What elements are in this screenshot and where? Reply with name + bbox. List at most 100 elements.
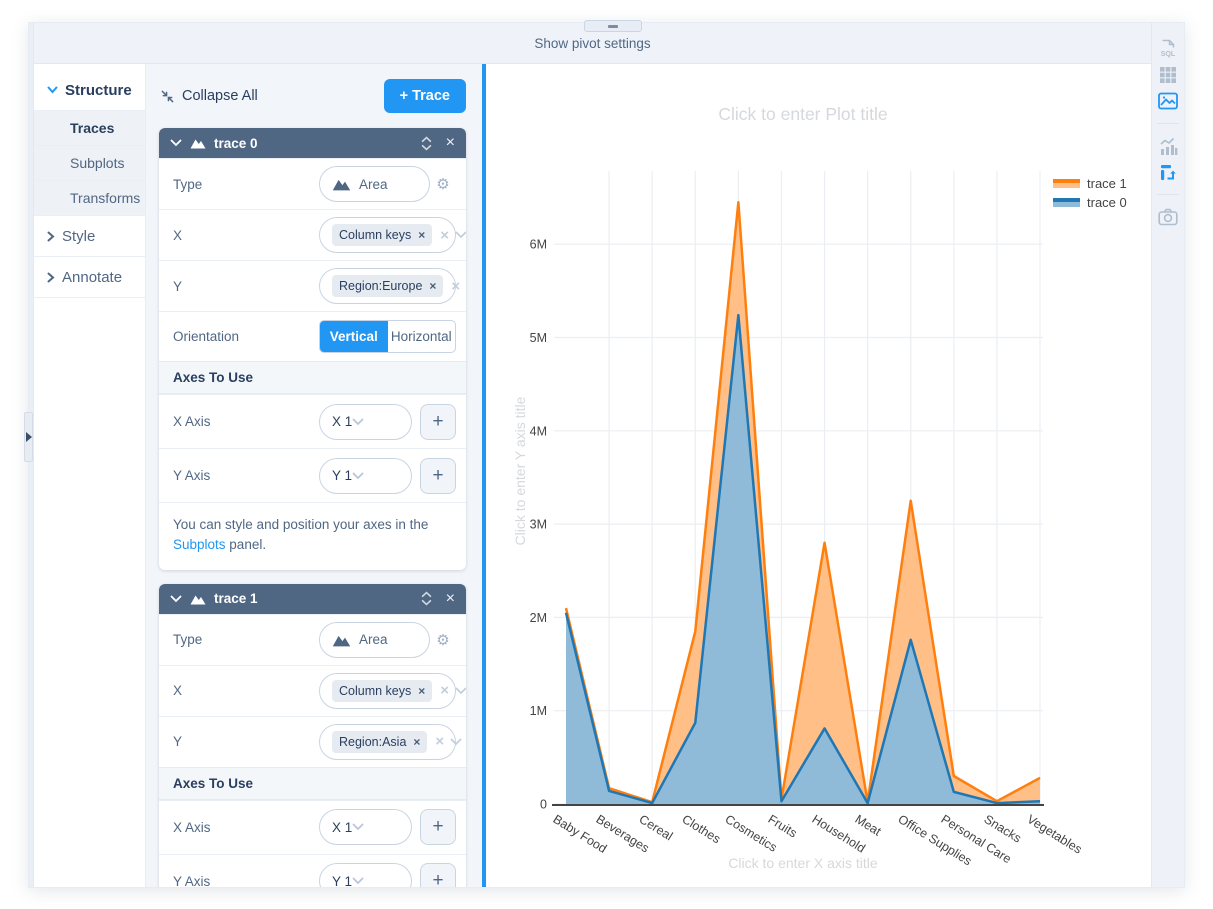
x-data-field[interactable]: Column keys×× bbox=[319, 217, 456, 253]
chevron-up-icon bbox=[421, 591, 432, 598]
x-axis-title-placeholder[interactable]: Click to enter X axis title bbox=[728, 855, 877, 871]
data-chip[interactable]: Column keys× bbox=[332, 224, 432, 246]
sidebar-expand-handle[interactable] bbox=[24, 412, 33, 462]
y-data-field[interactable]: Region:Europe×× bbox=[319, 268, 456, 304]
y-axis-select[interactable]: Y 1 bbox=[319, 863, 412, 887]
clear-icon[interactable]: × bbox=[440, 227, 449, 244]
trace-type-field[interactable]: Area bbox=[319, 166, 430, 202]
trace-panel-header[interactable]: trace 1 × bbox=[159, 584, 466, 614]
y-axis-select[interactable]: Y 1 bbox=[319, 458, 412, 494]
gear-icon[interactable]: ⚙ bbox=[430, 631, 456, 649]
x-axis-value: X 1 bbox=[332, 414, 352, 429]
legend-swatch bbox=[1053, 179, 1080, 188]
chart-image-icon[interactable] bbox=[1157, 88, 1179, 114]
sidebar-item-subplots[interactable]: Subplots bbox=[34, 146, 145, 181]
trace-close-icon[interactable]: × bbox=[446, 591, 455, 607]
trace-panel: trace 1 ×TypeArea⚙XColumn keys××YRegion:… bbox=[159, 584, 466, 888]
x-axis-select[interactable]: X 1 bbox=[319, 809, 412, 845]
data-chip[interactable]: Region:Asia× bbox=[332, 731, 427, 753]
chevron-down-icon bbox=[352, 472, 364, 480]
orientation-toggle: VerticalHorizontal bbox=[319, 320, 456, 353]
x-data-field[interactable]: Column keys×× bbox=[319, 673, 456, 709]
y-data-row: YRegion:Europe×× bbox=[159, 260, 466, 311]
chevron-right-icon bbox=[47, 231, 55, 242]
chart-insights-icon[interactable] bbox=[1157, 133, 1179, 159]
y-axis-row: Y Axis Y 1 + bbox=[159, 448, 466, 502]
trace-reorder-control[interactable] bbox=[421, 136, 432, 151]
add-x-axis-button[interactable]: + bbox=[420, 404, 456, 440]
y-data-row: YRegion:Asia×× bbox=[159, 716, 466, 767]
legend-label: trace 1 bbox=[1087, 176, 1127, 191]
chevron-down-icon bbox=[352, 823, 364, 831]
axes-note: You can style and position your axes in … bbox=[159, 502, 466, 570]
chevron-down-icon bbox=[455, 687, 466, 695]
show-pivot-settings-button[interactable]: Show pivot settings bbox=[534, 36, 650, 51]
y-axis-title-placeholder[interactable]: Click to enter Y axis title bbox=[512, 397, 528, 546]
y-axis-label: Y Axis bbox=[173, 874, 319, 888]
sidebar-item-transforms[interactable]: Transforms bbox=[34, 181, 145, 216]
legend-label: trace 0 bbox=[1087, 195, 1127, 210]
add-x-axis-button[interactable]: + bbox=[420, 809, 456, 845]
orientation-horizontal-button[interactable]: Horizontal bbox=[388, 321, 456, 352]
subplots-link[interactable]: Subplots bbox=[173, 537, 226, 552]
x-data-row: XColumn keys×× bbox=[159, 209, 466, 260]
y-label: Y bbox=[173, 734, 319, 749]
x-label: X bbox=[173, 683, 319, 698]
x-axis-label: X Axis bbox=[173, 414, 319, 429]
chart-legend: trace 1 trace 0 bbox=[1053, 174, 1127, 212]
trace-panel-header[interactable]: trace 0 × bbox=[159, 128, 466, 158]
area-trace-icon bbox=[332, 633, 351, 647]
chart-canvas: 01M2M3M4M5M6M Click to enter Plot title … bbox=[486, 64, 1151, 887]
chip-remove-icon[interactable]: × bbox=[413, 735, 420, 749]
chevron-down-icon bbox=[421, 144, 432, 151]
clear-icon[interactable]: × bbox=[435, 733, 444, 750]
sidebar-item-structure[interactable]: Structure bbox=[34, 70, 145, 111]
sidebar-item-annotate[interactable]: Annotate bbox=[34, 257, 145, 298]
chip-remove-icon[interactable]: × bbox=[429, 279, 436, 293]
add-trace-button[interactable]: + Trace bbox=[384, 79, 466, 113]
type-value: Area bbox=[359, 177, 388, 192]
chevron-down-icon bbox=[170, 595, 182, 603]
trace-reorder-control[interactable] bbox=[421, 591, 432, 606]
grip-icon bbox=[608, 25, 618, 28]
trace-type-field[interactable]: Area bbox=[319, 622, 430, 658]
trace-close-icon[interactable]: × bbox=[446, 135, 455, 151]
app-window: Show pivot settings Structure Traces Sub… bbox=[28, 22, 1185, 888]
axes-to-use-header: Axes To Use bbox=[159, 361, 466, 394]
add-y-axis-button[interactable]: + bbox=[420, 863, 456, 887]
gear-icon[interactable]: ⚙ bbox=[430, 175, 456, 193]
collapse-icon bbox=[160, 89, 175, 104]
collapse-all-button[interactable]: Collapse All bbox=[160, 88, 258, 104]
x-axis-select[interactable]: X 1 bbox=[319, 404, 412, 440]
area-chart[interactable]: 01M2M3M4M5M6M bbox=[486, 64, 1151, 887]
clear-icon[interactable]: × bbox=[440, 682, 449, 699]
legend-swatch bbox=[1053, 198, 1080, 207]
y-tick-label: 5M bbox=[530, 331, 547, 345]
orientation-vertical-button[interactable]: Vertical bbox=[320, 321, 388, 352]
y-tick-label: 0 bbox=[540, 798, 547, 812]
chip-remove-icon[interactable]: × bbox=[418, 228, 425, 242]
chevron-down-icon bbox=[352, 877, 364, 885]
legend-item-trace-1[interactable]: trace 1 bbox=[1053, 174, 1127, 193]
sql-file-icon[interactable]: SQL bbox=[1157, 36, 1179, 62]
sidebar-item-traces[interactable]: Traces bbox=[34, 111, 145, 146]
y-data-field[interactable]: Region:Asia×× bbox=[319, 724, 456, 760]
y-axis-value: Y 1 bbox=[332, 468, 352, 483]
y-axis-label: Y Axis bbox=[173, 468, 319, 483]
chevron-down-icon bbox=[421, 599, 432, 606]
clear-icon[interactable]: × bbox=[451, 278, 460, 295]
plot-title-placeholder[interactable]: Click to enter Plot title bbox=[718, 104, 887, 125]
camera-icon[interactable] bbox=[1157, 204, 1179, 230]
pivot-icon[interactable] bbox=[1157, 159, 1179, 185]
add-y-axis-button[interactable]: + bbox=[420, 458, 456, 494]
chip-remove-icon[interactable]: × bbox=[418, 684, 425, 698]
x-axis-label: X Axis bbox=[173, 820, 319, 835]
pivot-settings-drag-tab[interactable] bbox=[584, 20, 642, 32]
data-chip[interactable]: Region:Europe× bbox=[332, 275, 443, 297]
toolbar-divider bbox=[1157, 194, 1179, 195]
legend-item-trace-0[interactable]: trace 0 bbox=[1053, 193, 1127, 212]
sidebar-item-style[interactable]: Style bbox=[34, 216, 145, 257]
toolbar-divider bbox=[1157, 123, 1179, 124]
data-grid-icon[interactable] bbox=[1157, 62, 1179, 88]
data-chip[interactable]: Column keys× bbox=[332, 680, 432, 702]
